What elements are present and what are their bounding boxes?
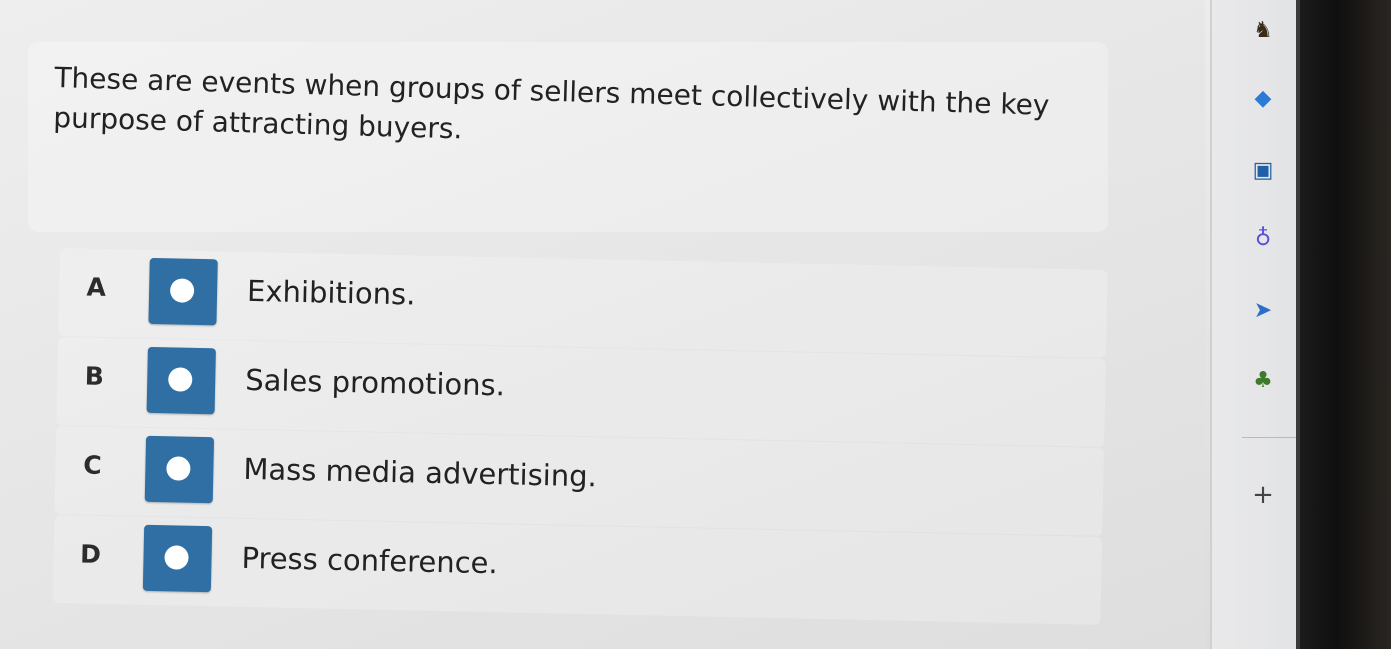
option-label[interactable]: Mass media advertising. [243, 452, 597, 493]
quiz-content: These are events when groups of sellers … [0, 0, 1205, 649]
monitor-bezel [1300, 0, 1391, 649]
option-letter: D [79, 539, 102, 569]
send-icon[interactable]: ➤ [1250, 298, 1276, 324]
radio-button[interactable] [148, 257, 218, 326]
radio-dot-icon [168, 367, 193, 392]
copilot-icon[interactable]: ◆ [1250, 86, 1276, 112]
tools-icon[interactable]: ♁ [1250, 226, 1276, 252]
option-letter: B [84, 361, 105, 391]
outlook-icon[interactable]: ▣ [1250, 158, 1276, 184]
radio-button[interactable] [146, 346, 216, 415]
option-label[interactable]: Press conference. [241, 541, 498, 580]
option-label[interactable]: Sales promotions. [245, 363, 505, 402]
chess-icon[interactable]: ♞ [1250, 18, 1276, 44]
radio-button[interactable] [144, 435, 215, 504]
answer-options: A Exhibitions. B Sales promotions. C Mas… [52, 248, 1108, 626]
radio-button[interactable] [142, 524, 213, 593]
option-letter: C [82, 450, 102, 480]
add-icon[interactable]: + [1250, 482, 1276, 508]
option-label[interactable]: Exhibitions. [247, 274, 416, 312]
browser-sidebar: ♞ ◆ ▣ ♁ ➤ ♣ + [1210, 0, 1302, 649]
sidebar-divider [1242, 437, 1298, 438]
option-letter: A [86, 272, 107, 302]
radio-dot-icon [166, 456, 191, 481]
radio-dot-icon [169, 278, 195, 303]
tree-icon[interactable]: ♣ [1250, 368, 1276, 394]
radio-dot-icon [164, 545, 189, 570]
